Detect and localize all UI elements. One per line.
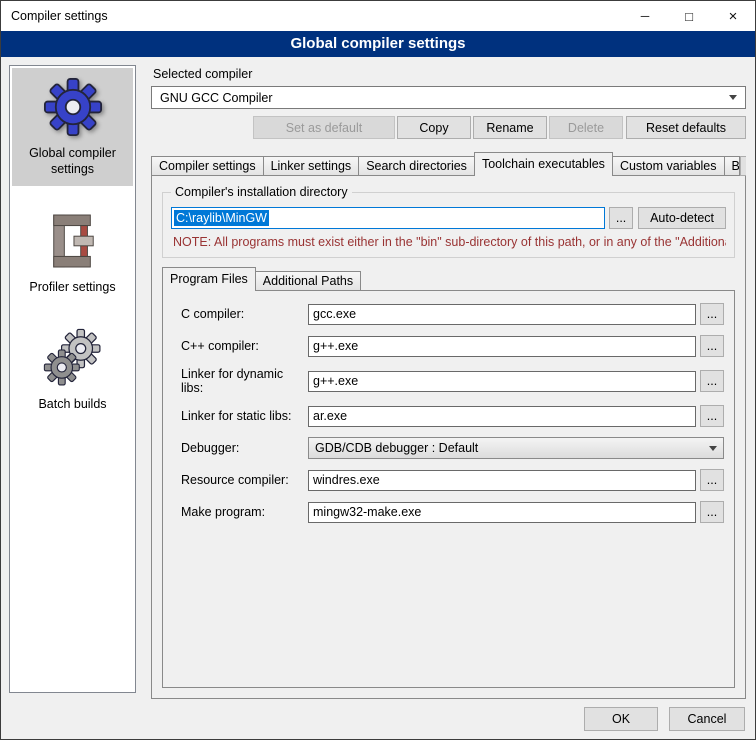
sidebar-item-label: Global compiler settings xyxy=(14,145,131,178)
tab-custom-variables[interactable]: Custom variables xyxy=(612,156,725,176)
minimize-button[interactable]: ─ xyxy=(623,1,667,31)
resource-compiler-browse-button[interactable]: ... xyxy=(700,469,724,491)
field-value: windres.exe xyxy=(313,473,380,487)
compiler-buttons-row: Set as default Copy Rename Delete Reset … xyxy=(151,116,746,139)
install-dir-browse-button[interactable]: ... xyxy=(609,207,633,229)
profiler-clamp-icon xyxy=(47,208,99,274)
maximize-button[interactable]: □ xyxy=(667,1,711,31)
tab-search-directories[interactable]: Search directories xyxy=(358,156,475,176)
linker-dynamic-input[interactable]: g++.exe xyxy=(308,371,696,392)
window-title: Compiler settings xyxy=(1,9,108,23)
note-text: NOTE: All programs must exist either in … xyxy=(173,235,726,249)
field-row-linker-static: Linker for static libs: ar.exe ... xyxy=(171,405,726,427)
main-panel: Selected compiler GNU GCC Compiler Set a… xyxy=(151,65,746,699)
cancel-button[interactable]: Cancel xyxy=(669,707,745,731)
subtab-strip: Program Files Additional Paths xyxy=(162,268,735,291)
footer: OK Cancel xyxy=(1,699,755,739)
tab-toolchain-executables[interactable]: Toolchain executables xyxy=(474,152,613,176)
selected-compiler-label: Selected compiler xyxy=(153,67,746,81)
tab-strip: Compiler settings Linker settings Search… xyxy=(151,152,746,176)
field-value: gcc.exe xyxy=(313,307,356,321)
make-program-browse-button[interactable]: ... xyxy=(700,501,724,523)
gear-icon xyxy=(44,74,102,140)
titlebar: Compiler settings ─ □ × xyxy=(1,1,755,31)
install-dir-row: C:\raylib\MinGW ... Auto-detect xyxy=(171,207,726,229)
field-row-c-compiler: C compiler: gcc.exe ... xyxy=(171,303,726,325)
c-compiler-browse-button[interactable]: ... xyxy=(700,303,724,325)
linker-static-input[interactable]: ar.exe xyxy=(308,406,696,427)
field-value: mingw32-make.exe xyxy=(313,505,421,519)
field-label: C compiler: xyxy=(181,307,308,321)
linker-dynamic-browse-button[interactable]: ... xyxy=(700,370,724,392)
field-value: g++.exe xyxy=(313,339,358,353)
sidebar: Global compiler settings Profiler settin… xyxy=(9,65,136,693)
ok-button[interactable]: OK xyxy=(584,707,658,731)
close-button[interactable]: × xyxy=(711,1,755,31)
sidebar-item-global-compiler-settings[interactable]: Global compiler settings xyxy=(12,68,133,186)
set-as-default-button[interactable]: Set as default xyxy=(253,116,395,139)
sidebar-item-label: Profiler settings xyxy=(29,279,115,295)
tab-compiler-settings[interactable]: Compiler settings xyxy=(151,156,264,176)
install-dir-selected-text: C:\raylib\MinGW xyxy=(174,210,269,226)
copy-button[interactable]: Copy xyxy=(397,116,471,139)
field-label: C++ compiler: xyxy=(181,339,308,353)
batch-builds-gears-icon xyxy=(42,325,104,391)
resource-compiler-input[interactable]: windres.exe xyxy=(308,470,696,491)
tab-scroll-buttons: ◄ ► xyxy=(740,156,746,176)
rename-button[interactable]: Rename xyxy=(473,116,547,139)
linker-static-browse-button[interactable]: ... xyxy=(700,405,724,427)
field-value: GDB/CDB debugger : Default xyxy=(315,441,478,455)
field-label: Debugger: xyxy=(181,441,308,455)
sidebar-item-batch-builds[interactable]: Batch builds xyxy=(12,319,133,420)
autodetect-button[interactable]: Auto-detect xyxy=(638,207,726,229)
compiler-select[interactable]: GNU GCC Compiler xyxy=(151,86,746,109)
field-row-linker-dynamic: Linker for dynamic libs: g++.exe ... xyxy=(171,367,726,395)
chevron-down-icon xyxy=(709,446,717,451)
make-program-input[interactable]: mingw32-make.exe xyxy=(308,502,696,523)
program-files-panel: C compiler: gcc.exe ... C++ compiler: g+… xyxy=(162,290,735,688)
compiler-settings-window: Compiler settings ─ □ × Global compiler … xyxy=(0,0,756,740)
sidebar-item-label: Batch builds xyxy=(38,396,106,412)
cpp-compiler-browse-button[interactable]: ... xyxy=(700,335,724,357)
compiler-select-value: GNU GCC Compiler xyxy=(160,91,273,105)
cpp-compiler-input[interactable]: g++.exe xyxy=(308,336,696,357)
install-dir-input[interactable]: C:\raylib\MinGW xyxy=(171,207,605,229)
sidebar-item-profiler-settings[interactable]: Profiler settings xyxy=(12,202,133,303)
tab-build-options-truncated[interactable]: Buil xyxy=(724,156,740,176)
install-dir-groupbox: Compiler's installation directory C:\ray… xyxy=(162,192,735,258)
toolchain-executables-panel: Compiler's installation directory C:\ray… xyxy=(151,175,746,699)
tab-scroll-left-button[interactable]: ◄ xyxy=(740,156,746,176)
field-row-debugger: Debugger: GDB/CDB debugger : Default xyxy=(171,437,726,459)
window-controls: ─ □ × xyxy=(623,1,755,31)
field-label: Linker for static libs: xyxy=(181,409,308,423)
tab-linker-settings[interactable]: Linker settings xyxy=(263,156,360,176)
install-dir-group-label: Compiler's installation directory xyxy=(171,185,352,199)
chevron-down-icon xyxy=(729,95,737,100)
debugger-select[interactable]: GDB/CDB debugger : Default xyxy=(308,437,724,459)
header-banner: Global compiler settings xyxy=(1,31,755,57)
field-row-resource-compiler: Resource compiler: windres.exe ... xyxy=(171,469,726,491)
field-label: Make program: xyxy=(181,505,308,519)
field-value: ar.exe xyxy=(313,409,347,423)
field-row-make-program: Make program: mingw32-make.exe ... xyxy=(171,501,726,523)
subtab-program-files[interactable]: Program Files xyxy=(162,267,256,291)
dialog-body: Global compiler settings Profiler settin… xyxy=(1,57,755,699)
delete-button[interactable]: Delete xyxy=(549,116,623,139)
field-row-cpp-compiler: C++ compiler: g++.exe ... xyxy=(171,335,726,357)
c-compiler-input[interactable]: gcc.exe xyxy=(308,304,696,325)
subtab-additional-paths[interactable]: Additional Paths xyxy=(255,271,361,291)
field-value: g++.exe xyxy=(313,374,358,388)
field-label: Linker for dynamic libs: xyxy=(181,367,308,395)
reset-defaults-button[interactable]: Reset defaults xyxy=(626,116,746,139)
field-label: Resource compiler: xyxy=(181,473,308,487)
